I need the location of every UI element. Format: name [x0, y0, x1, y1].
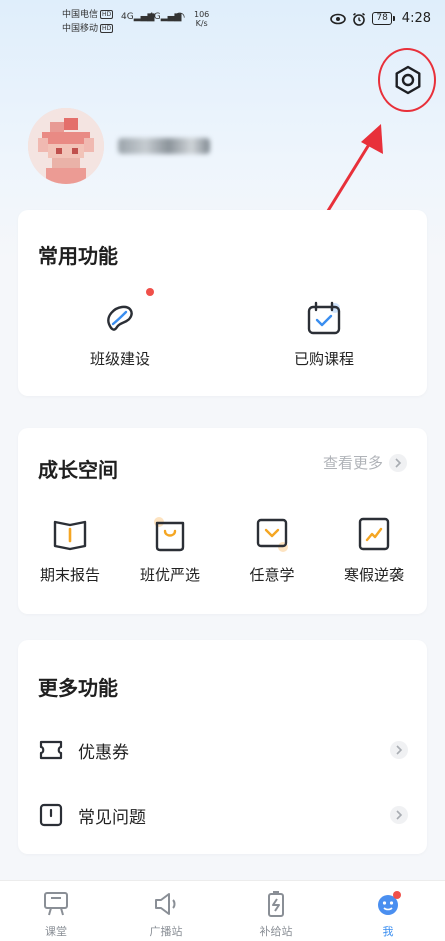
avatar-image [28, 108, 104, 184]
bottom-nav: 课堂 广播站 补给站 我 [0, 880, 445, 941]
username-blurred [118, 138, 210, 154]
growth-class-selection[interactable]: 班优严选 [130, 514, 210, 585]
faq-label: 常见问题 [78, 807, 146, 828]
tab-me-label: 我 [382, 925, 394, 938]
func-purchased-courses-label: 已购课程 [293, 350, 354, 368]
status-bar: 中国电信 HD 中国移动 HD 4G▂▄▆ 4G▂▄▆ ◠ 106 K/s 78 4… [0, 0, 445, 40]
tab-me[interactable]: 我 [348, 889, 428, 939]
growth-final-report[interactable]: 期末报告 [30, 514, 110, 585]
func-class-building-label: 班级建设 [89, 350, 150, 368]
more-functions-title: 更多功能 [38, 676, 118, 700]
chevron-right-icon [389, 453, 407, 472]
growth-space-card: 成长空间 查看更多 期末报告 班优严选 任意学 寒假逆袭 [18, 428, 427, 614]
coupons-label: 优惠券 [78, 742, 129, 763]
calendar-check-icon [307, 301, 341, 335]
list-item-coupons[interactable]: 优惠券 [38, 730, 408, 770]
shopping-bag-icon [154, 517, 185, 552]
hd-badge: HD [100, 24, 114, 33]
hd-badge: HD [100, 10, 114, 19]
carrier-2: 中国移动 HD [62, 23, 114, 35]
growth-learn-anything[interactable]: 任意学 [232, 514, 312, 585]
username [118, 138, 210, 158]
coupon-icon [39, 740, 63, 760]
tab-supply-label: 补给站 [259, 925, 293, 938]
growth-learn-anything-label: 任意学 [249, 566, 295, 584]
growth-final-report-label: 期末报告 [39, 566, 100, 584]
annotation-circle [378, 48, 436, 112]
status-right: 78 4:28 [330, 11, 431, 26]
broadcast-icon [155, 893, 176, 915]
common-functions-title: 常用功能 [38, 244, 118, 268]
tab-broadcast[interactable]: 广播站 [126, 889, 206, 939]
avatar[interactable] [28, 108, 104, 184]
see-more-label: 查看更多 [322, 454, 383, 472]
chevron-right-icon [390, 806, 408, 824]
trend-icon [358, 517, 390, 551]
tab-classroom[interactable]: 课堂 [16, 889, 96, 939]
carrier-1-label: 中国电信 [62, 10, 99, 20]
eye-icon [330, 13, 347, 24]
tab-broadcast-label: 广播站 [149, 925, 183, 938]
list-item-faq[interactable]: 常见问题 [38, 795, 408, 835]
notification-dot [146, 288, 154, 296]
me-icon [378, 891, 401, 915]
tab-classroom-label: 课堂 [45, 925, 67, 938]
clock: 4:28 [401, 11, 431, 26]
carrier-1: 中国电信 HD [62, 9, 114, 21]
tab-supply[interactable]: 补给站 [236, 889, 316, 939]
growth-space-title: 成长空间 [38, 458, 118, 482]
chevron-right-icon [390, 741, 408, 759]
growth-winter-comeback-label: 寒假逆袭 [343, 566, 404, 584]
classroom-icon [44, 892, 68, 916]
growth-class-selection-label: 班优严选 [139, 566, 200, 584]
chevron-box-icon [256, 518, 288, 552]
func-purchased-courses[interactable]: 已购课程 [284, 298, 364, 369]
battery-indicator: 78 [372, 12, 396, 25]
carrier-2-label: 中国移动 [62, 24, 99, 34]
book-icon [53, 520, 87, 551]
more-functions-card: 更多功能 优惠券 常见问题 [18, 640, 427, 854]
alarm-icon [353, 12, 366, 26]
faq-icon [39, 803, 63, 827]
func-class-building[interactable]: 班级建设 [80, 298, 160, 369]
bean-icon [107, 305, 133, 331]
see-more-link[interactable]: 查看更多 [323, 452, 407, 473]
common-functions-card: 常用功能 班级建设 已购课程 [18, 210, 427, 396]
wifi-icon: ◠ [174, 10, 186, 25]
supply-icon [268, 891, 284, 917]
growth-winter-comeback[interactable]: 寒假逆袭 [334, 514, 414, 585]
net-speed: 106 K/s [194, 10, 210, 28]
